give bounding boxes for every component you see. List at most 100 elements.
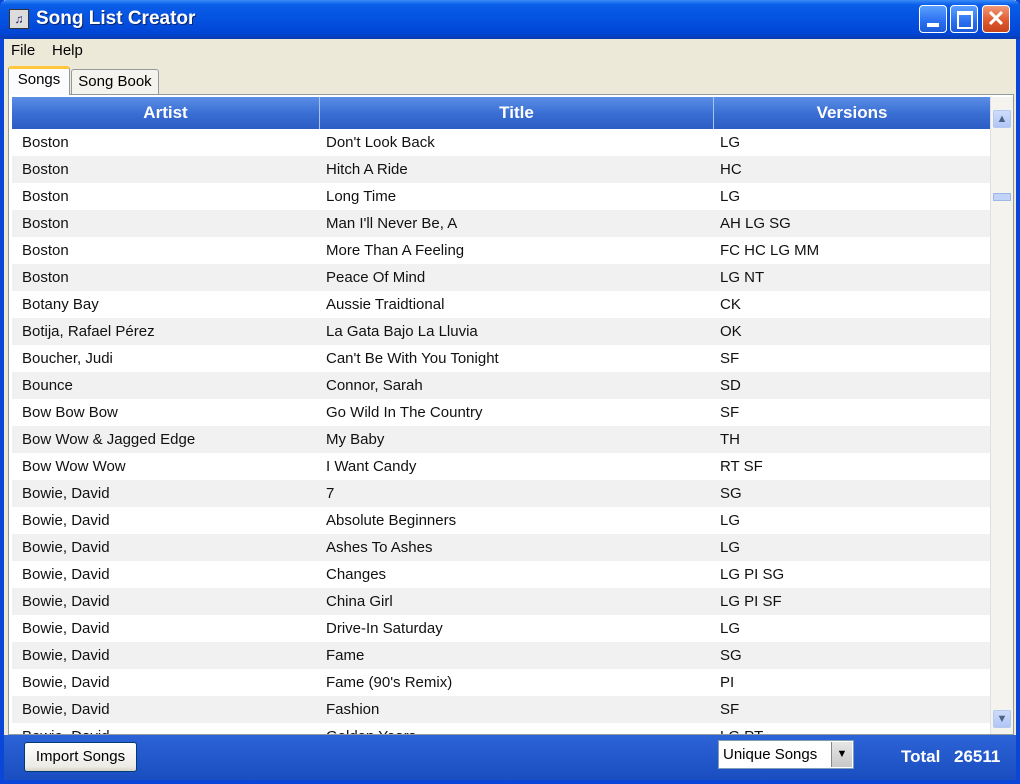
table-row[interactable]: Boston Man I'll Never Be, A AH LG SG xyxy=(12,210,990,237)
cell-versions: LG PT xyxy=(720,723,980,734)
cell-artist: Bowie, David xyxy=(22,647,110,664)
cell-artist: Bowie, David xyxy=(22,723,312,734)
window-title: Song List Creator xyxy=(36,8,196,29)
table-row[interactable]: Bow Wow & Jagged Edge My Baby TH xyxy=(12,426,990,453)
table-row[interactable]: Bowie, David Drive-In Saturday LG xyxy=(12,615,990,642)
cell-artist: Bowie, David xyxy=(22,512,110,529)
cell-artist: Boston xyxy=(22,269,69,286)
cell-title: La Gata Bajo La Lluvia xyxy=(326,323,478,340)
table-row[interactable]: Botany Bay Aussie Traidtional CK xyxy=(12,291,990,318)
cell-versions: FC HC LG MM xyxy=(720,242,820,259)
table-row[interactable]: Bowie, David Fame (90's Remix) PI xyxy=(12,669,990,696)
title-bar[interactable]: ♫ Song List Creator ✕ xyxy=(0,0,1020,39)
minimize-button[interactable] xyxy=(919,5,947,33)
table-row[interactable]: Boucher, Judi Can't Be With You Tonight SF xyxy=(12,345,990,372)
cell-title: Changes xyxy=(326,566,387,583)
cell-title: Long Time xyxy=(326,188,397,205)
cell-artist: Boston xyxy=(22,242,69,259)
table-row[interactable]: Bowie, David Changes LG PI SG xyxy=(12,561,990,588)
cell-artist: Boston xyxy=(22,161,69,178)
cell-versions: CK xyxy=(720,296,741,313)
table-row[interactable]: Boston Hitch A Ride HC xyxy=(12,156,990,183)
cell-artist: Bowie, David xyxy=(22,620,110,637)
filter-dropdown-value: Unique Songs xyxy=(723,746,818,763)
vertical-scrollbar[interactable]: ▲ ▼ xyxy=(990,97,1013,734)
cell-artist: Boston xyxy=(22,215,69,232)
table-row[interactable]: Botija, Rafael Pérez La Gata Bajo La Lluv… xyxy=(12,318,990,345)
table-row[interactable]: Boston Long Time LG xyxy=(12,183,990,210)
cell-title: Hitch A Ride xyxy=(326,161,408,178)
cell-artist: Bowie, David xyxy=(22,674,110,691)
cell-versions: LG xyxy=(720,134,741,151)
column-header-versions[interactable]: Versions xyxy=(714,97,990,129)
cell-title: Fame (90's Remix) xyxy=(326,674,453,691)
cell-versions: LG PI SF xyxy=(720,593,782,610)
cell-artist: Bow Wow Wow xyxy=(22,458,126,475)
table-row[interactable]: Boston Peace Of Mind LG NT xyxy=(12,264,990,291)
cell-artist: Bowie, David xyxy=(22,593,110,610)
total-label: Total xyxy=(901,747,941,766)
cell-versions: OK xyxy=(720,323,742,340)
cell-versions: PI xyxy=(720,674,735,691)
cell-versions: SD xyxy=(720,377,741,394)
music-note-icon: ♫ xyxy=(9,9,29,29)
filter-dropdown[interactable]: Unique Songs ▼ xyxy=(718,740,854,769)
close-button[interactable]: ✕ xyxy=(982,5,1010,33)
cell-versions: HC xyxy=(720,161,742,178)
cell-versions: LG PI SG xyxy=(720,566,785,583)
column-header-title[interactable]: Title xyxy=(320,97,714,129)
cell-artist: Bowie, David xyxy=(22,485,110,502)
table-row[interactable]: Bounce Connor, Sarah SD xyxy=(12,372,990,399)
cell-versions: LG xyxy=(720,620,741,637)
tab-songs[interactable]: Songs xyxy=(8,66,70,95)
table-row[interactable]: Bowie, David Fashion SF xyxy=(12,696,990,723)
song-grid[interactable]: Boston Don't Look Back LG Boston Hitch A Rid… xyxy=(12,129,990,734)
cell-title: Peace Of Mind xyxy=(326,269,426,286)
cell-artist: Botany Bay xyxy=(22,296,99,313)
scroll-down-icon[interactable]: ▼ xyxy=(993,710,1011,728)
chevron-down-icon[interactable]: ▼ xyxy=(831,742,852,767)
cell-artist: Bowie, David xyxy=(22,566,110,583)
minimize-icon xyxy=(927,23,939,27)
cell-versions: LG xyxy=(720,512,741,529)
table-row[interactable]: Bow Bow Bow Go Wild In The Country SF xyxy=(12,399,990,426)
cell-artist: Bow Wow & Jagged Edge xyxy=(22,431,196,448)
scroll-up-icon[interactable]: ▲ xyxy=(993,110,1011,128)
total-count: 26511 xyxy=(954,747,1001,766)
table-row[interactable]: Bowie, David Golden Years LG PT xyxy=(12,723,990,734)
cell-versions: LG xyxy=(720,539,741,556)
cell-artist: Bounce xyxy=(22,377,73,394)
cell-artist: Boston xyxy=(22,134,69,151)
import-songs-button[interactable]: Import Songs xyxy=(24,742,137,772)
cell-versions: AH LG SG xyxy=(720,215,791,232)
table-row[interactable]: Bowie, David Fame SG xyxy=(12,642,990,669)
cell-title: My Baby xyxy=(326,431,385,448)
tab-song-book[interactable]: Song Book xyxy=(71,69,159,95)
table-row[interactable]: Bowie, David 7 SG xyxy=(12,480,990,507)
column-header-artist[interactable]: Artist xyxy=(12,97,320,129)
cell-artist: Bow Bow Bow xyxy=(22,404,118,421)
menu-file[interactable]: File xyxy=(11,42,35,59)
close-icon: ✕ xyxy=(986,6,1006,31)
cell-versions: SG xyxy=(720,647,742,664)
cell-title: 7 xyxy=(326,485,335,502)
cell-title: Go Wild In The Country xyxy=(326,404,483,421)
table-row[interactable]: Boston Don't Look Back LG xyxy=(12,129,990,156)
cell-versions: SF xyxy=(720,404,740,421)
cell-title: Fame xyxy=(326,647,365,664)
table-row[interactable]: Boston More Than A Feeling FC HC LG MM xyxy=(12,237,990,264)
cell-versions: SF xyxy=(720,701,740,718)
cell-title: China Girl xyxy=(326,593,393,610)
menu-help[interactable]: Help xyxy=(52,42,83,59)
table-row[interactable]: Bowie, David Absolute Beginners LG xyxy=(12,507,990,534)
footer-bar: Import Songs Unique Songs ▼ Total 26511 xyxy=(4,735,1016,780)
table-row[interactable]: Bowie, David Ashes To Ashes LG xyxy=(12,534,990,561)
maximize-button[interactable] xyxy=(950,5,978,33)
table-row[interactable]: Bow Wow Wow I Want Candy RT SF xyxy=(12,453,990,480)
cell-title: More Than A Feeling xyxy=(326,242,465,259)
grid-header: Artist Title Versions xyxy=(12,97,990,129)
cell-versions: RT SF xyxy=(720,458,763,475)
table-row[interactable]: Bowie, David China Girl LG PI SF xyxy=(12,588,990,615)
scroll-thumb[interactable] xyxy=(993,193,1011,201)
cell-versions: SF xyxy=(720,350,740,367)
